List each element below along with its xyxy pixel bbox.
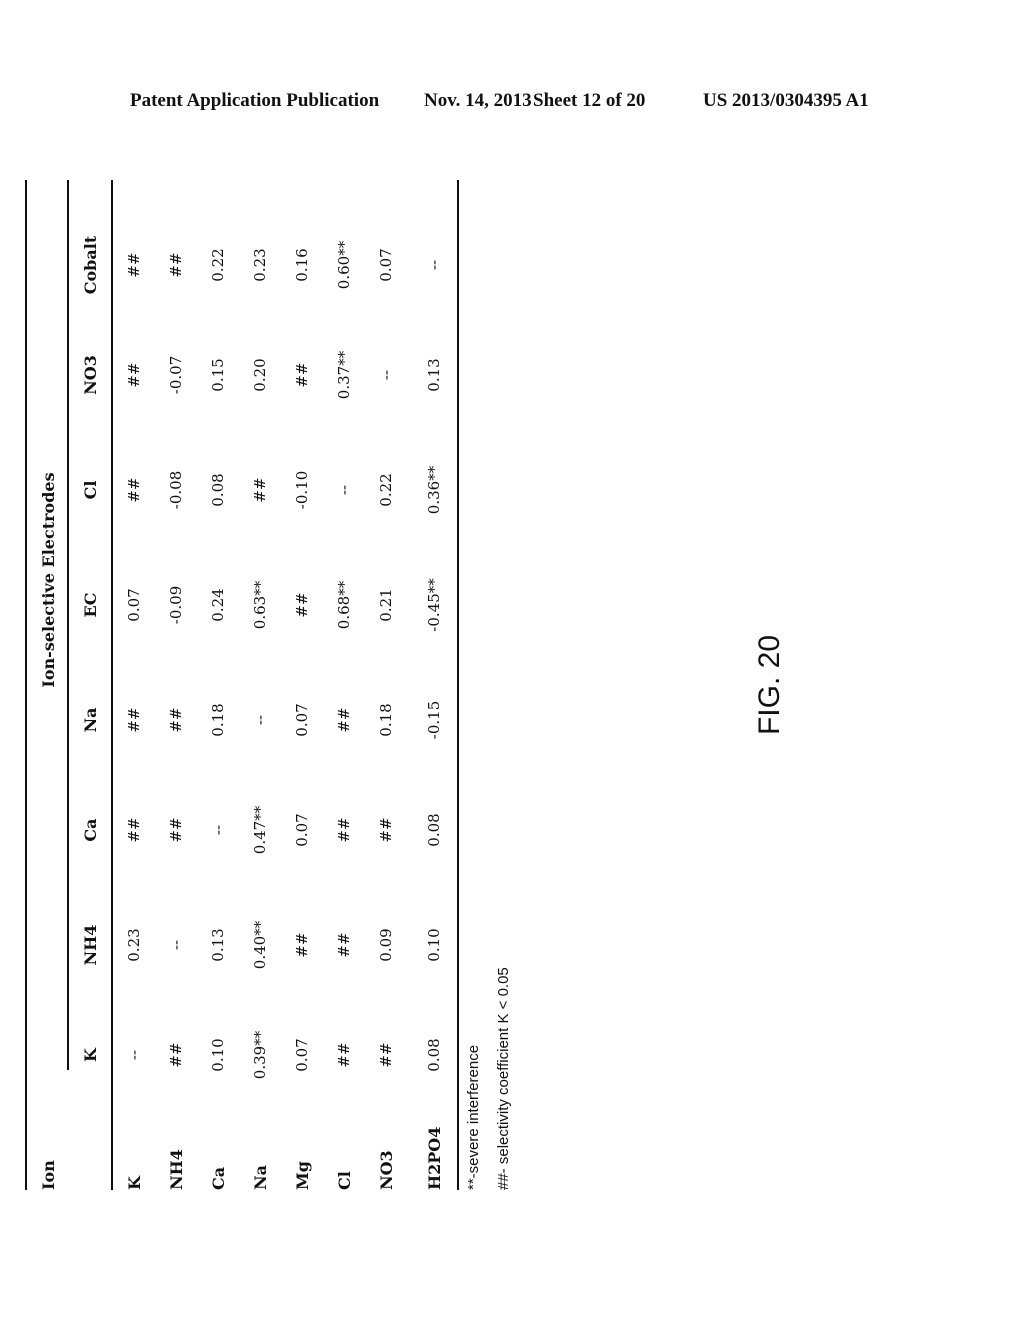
table-cell: -0.08: [167, 470, 185, 510]
table-cell: 0.23: [251, 248, 269, 282]
group-rule: [67, 180, 69, 1070]
row-label: Mg: [293, 1161, 312, 1190]
table-cell: ##: [125, 362, 143, 388]
table-cell: 0.16: [293, 248, 311, 282]
table-cell: --: [377, 369, 395, 381]
row-label: Ca: [209, 1166, 228, 1190]
table-cell: 0.08: [209, 473, 227, 507]
table-cell: ##: [335, 817, 353, 843]
table-cell: 0.21: [377, 588, 395, 622]
table-cell: ##: [293, 362, 311, 388]
row-label: Cl: [335, 1171, 354, 1190]
table-cell: -0.07: [167, 355, 185, 395]
table-cell: 0.10: [425, 928, 443, 962]
table-cell: 0.07: [293, 703, 311, 737]
table-cell: ##: [167, 817, 185, 843]
table-cell: 0.39**: [251, 1030, 269, 1080]
row-label: NH4: [167, 1149, 186, 1190]
table-cell: --: [125, 1049, 143, 1061]
table-cell: ##: [293, 592, 311, 618]
column-header: NO3: [81, 355, 100, 395]
table-cell: 0.68**: [335, 580, 353, 630]
table-cell: ##: [293, 932, 311, 958]
table-cell: 0.18: [209, 703, 227, 737]
table-cell: ##: [125, 477, 143, 503]
table-cell: 0.13: [209, 928, 227, 962]
table-cell: 0.10: [209, 1038, 227, 1072]
selectivity-table: Ion Ion-selective Electrodes K NH4 Ca Na EC C…: [25, 180, 512, 1190]
figure-label: FIG. 20: [753, 634, 786, 736]
figure-label-box: FIG. 20: [745, 600, 795, 770]
table-cell: ##: [377, 1042, 395, 1068]
table-cell: 0.07: [125, 588, 143, 622]
column-header: NH4: [81, 924, 100, 966]
table-cell: -0.09: [167, 585, 185, 625]
table-cell: ##: [125, 252, 143, 278]
table-cell: 0.22: [377, 473, 395, 507]
table-cell: --: [251, 714, 269, 726]
table-cell: 0.60**: [335, 240, 353, 290]
note-severe-interference: **-severe interference: [465, 1044, 482, 1190]
table-cell: ##: [167, 707, 185, 733]
table-cell: 0.15: [209, 358, 227, 392]
table-cell: 0.07: [293, 813, 311, 847]
table-cell: 0.07: [377, 248, 395, 282]
table-cell: 0.47**: [251, 805, 269, 855]
table-cell: ##: [125, 817, 143, 843]
table-cell: ##: [251, 477, 269, 503]
table-cell: -0.45**: [425, 578, 443, 632]
table-cell: 0.20: [251, 358, 269, 392]
table-cell: ##: [335, 1042, 353, 1068]
table-cell: 0.40**: [251, 920, 269, 970]
table-cell: -0.10: [293, 470, 311, 510]
table-cell: ##: [335, 707, 353, 733]
table-cell: --: [167, 939, 185, 951]
table-cell: ##: [167, 252, 185, 278]
group-label: Ion-selective Electrodes: [39, 472, 58, 688]
corner-label: Ion: [39, 1160, 58, 1190]
header-bottom-rule: [111, 180, 113, 1190]
table-cell: 0.23: [125, 928, 143, 962]
table-cell: 0.13: [425, 358, 443, 392]
column-header: Cl: [81, 480, 100, 500]
column-header: Na: [81, 707, 100, 733]
column-header: Ca: [81, 818, 100, 842]
table-cell: --: [335, 484, 353, 496]
note-selectivity-coefficient: ##- selectivity coefficient K < 0.05: [495, 967, 512, 1190]
table-cell: 0.09: [377, 928, 395, 962]
table-cell: --: [425, 259, 443, 271]
patent-number: US 2013/0304395 A1: [703, 90, 869, 111]
row-label: NO3: [377, 1150, 396, 1190]
table-cell: --: [209, 824, 227, 836]
table-cell: 0.37**: [335, 350, 353, 400]
column-header: EC: [81, 592, 100, 618]
row-label: K: [125, 1176, 144, 1190]
table-cell: ##: [125, 707, 143, 733]
column-header: Cobalt: [81, 235, 100, 295]
row-label: Na: [251, 1165, 270, 1190]
table-cell: 0.24: [209, 588, 227, 622]
table-top-rule: [25, 180, 27, 1190]
table-cell: 0.36**: [425, 465, 443, 515]
table-cell: 0.08: [425, 1038, 443, 1072]
table-cell: 0.07: [293, 1038, 311, 1072]
table-cell: 0.18: [377, 703, 395, 737]
column-header: K: [81, 1048, 100, 1062]
publication-type: Patent Application Publication: [130, 90, 380, 111]
row-label: H2PO4: [425, 1126, 444, 1190]
table-cell: ##: [377, 817, 395, 843]
sheet-number: Sheet 12 of 20: [533, 90, 646, 111]
table-cell: -0.15: [425, 700, 443, 740]
table-cell: 0.63**: [251, 580, 269, 630]
table-cell: 0.08: [425, 813, 443, 847]
table-cell: ##: [335, 932, 353, 958]
publication-date: Nov. 14, 2013: [424, 90, 532, 111]
table-bottom-rule: [457, 180, 459, 1190]
table-cell: 0.22: [209, 248, 227, 282]
table-cell: ##: [167, 1042, 185, 1068]
